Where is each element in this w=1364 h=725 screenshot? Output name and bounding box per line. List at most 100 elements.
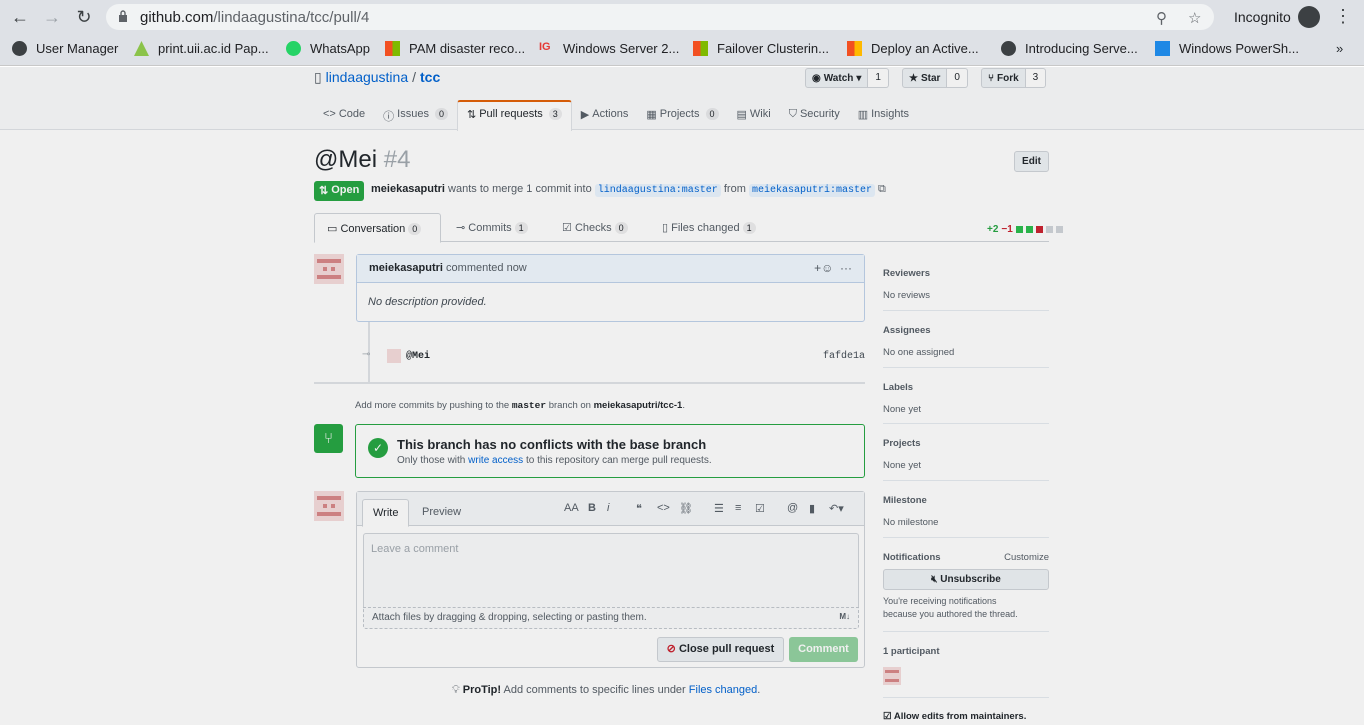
- bookmark-item[interactable]: WhatsApp: [286, 41, 370, 56]
- author-link[interactable]: meiekasaputri: [371, 183, 445, 195]
- more-bookmarks-button[interactable]: »: [1336, 41, 1343, 56]
- repo-owner-link[interactable]: lindaagustina: [326, 69, 409, 85]
- fork-button[interactable]: ⑂ Fork: [981, 68, 1026, 88]
- sidebar-labels[interactable]: Labels None yet: [883, 382, 1049, 415]
- tab-checks[interactable]: ☑ Checks 0: [562, 213, 628, 242]
- commit-icon: ⊸: [362, 349, 371, 360]
- itpro-icon: [1155, 41, 1170, 56]
- tab-security[interactable]: ⛉ Security: [780, 100, 849, 130]
- mention-icon[interactable]: @: [787, 502, 798, 514]
- watch-button[interactable]: ◉ Watch ▾: [805, 68, 869, 88]
- bookmark-item[interactable]: Windows PowerSh...: [1155, 41, 1299, 56]
- incognito-label: Incognito: [1234, 9, 1291, 25]
- notification-note: You're receiving notifications because yo…: [883, 596, 1018, 619]
- task-list-icon[interactable]: ☑: [755, 502, 765, 515]
- tab-write[interactable]: Write: [362, 499, 410, 527]
- eye-icon: ◉: [812, 72, 821, 84]
- avatar[interactable]: [387, 349, 401, 363]
- editor-toolbar: Write Preview AA B i ❝ <> ⛓ ☰ ≡ ☑ @ ▮ ↶▾: [357, 492, 864, 527]
- tab-files-changed[interactable]: ▯ Files changed 1: [662, 213, 756, 242]
- code-icon[interactable]: <>: [657, 502, 670, 514]
- star-bookmark-icon[interactable]: ☆: [1188, 9, 1201, 27]
- issue-icon: ⓘ: [383, 111, 395, 123]
- commit-sha[interactable]: fafde1a: [823, 351, 865, 362]
- repo-icon: ▯: [314, 69, 322, 85]
- watch-count[interactable]: 1: [868, 68, 889, 88]
- browser-menu-icon[interactable]: ⋮: [1334, 6, 1352, 27]
- merge-status-note: Only those with write access to this rep…: [397, 455, 712, 466]
- bookmark-item[interactable]: IG Windows Server 2...: [539, 41, 679, 56]
- sidebar-projects[interactable]: Projects None yet: [883, 438, 1049, 471]
- project-icon: ▦: [646, 109, 657, 121]
- incognito-icon[interactable]: [1298, 6, 1320, 28]
- sidebar-reviewers[interactable]: Reviewers No reviews: [883, 268, 1049, 301]
- link-icon[interactable]: ⛓: [679, 502, 693, 515]
- bold-icon[interactable]: B: [588, 502, 596, 514]
- zoom-icon[interactable]: ⚲: [1156, 9, 1167, 27]
- unsubscribe-button[interactable]: 🔇︎ Unsubscribe: [883, 569, 1049, 590]
- tab-actions[interactable]: ▶ Actions: [572, 100, 638, 130]
- numbered-list-icon[interactable]: ≡: [735, 502, 741, 514]
- sidebar-milestone[interactable]: Milestone No milestone: [883, 495, 1049, 528]
- italic-icon[interactable]: i: [607, 502, 609, 514]
- tab-commits[interactable]: ⊸ Commits 1: [456, 213, 528, 242]
- sidebar-assignees[interactable]: Assignees No one assigned: [883, 325, 1049, 358]
- tab-code[interactable]: <> Code: [314, 100, 374, 130]
- reload-icon[interactable]: ↻: [72, 5, 96, 29]
- code-icon: <>: [323, 108, 336, 120]
- head-ref[interactable]: meiekasaputri:master: [748, 184, 875, 197]
- avatar[interactable]: [314, 254, 344, 284]
- base-ref[interactable]: lindaagustina:master: [594, 184, 721, 197]
- close-pull-request-button[interactable]: ⊘ Close pull request: [657, 637, 784, 662]
- tab-wiki[interactable]: ▤ Wiki: [728, 100, 780, 130]
- tab-pull-requests[interactable]: ⇅ Pull requests 3: [456, 100, 572, 131]
- bookmark-item[interactable]: User Manager: [12, 41, 118, 56]
- comment-author[interactable]: meiekasaputri: [369, 262, 443, 274]
- bookmark-icon[interactable]: ▮: [809, 502, 815, 515]
- tab-issues[interactable]: ⓘ Issues 0: [374, 100, 457, 130]
- attach-files-area[interactable]: Attach files by dragging & dropping, sel…: [363, 607, 859, 629]
- comment-button[interactable]: Comment: [789, 637, 858, 662]
- bookmark-item[interactable]: Failover Clusterin...: [693, 41, 829, 56]
- tab-preview[interactable]: Preview: [412, 499, 471, 526]
- tab-insights[interactable]: ▥ Insights: [849, 100, 918, 130]
- protip: 💡︎ ProTip! Add comments to specific line…: [452, 684, 761, 696]
- bookmark-item[interactable]: PAM disaster reco...: [385, 41, 525, 56]
- participant-avatar[interactable]: [883, 667, 901, 685]
- clipboard-icon[interactable]: ⧉: [878, 183, 886, 195]
- heading-icon[interactable]: AA: [564, 502, 579, 514]
- tab-projects[interactable]: ▦ Projects 0: [637, 100, 727, 130]
- allow-edits-checkbox[interactable]: ☑ Allow edits from maintainers.: [883, 711, 1049, 722]
- repo-name-link[interactable]: tcc: [420, 69, 440, 85]
- watch-group: ◉ Watch ▾ 1: [805, 68, 889, 88]
- comment-textarea[interactable]: Leave a comment: [363, 533, 859, 607]
- bookmarks-bar: User Manager print.uii.ac.id Pap... What…: [0, 34, 1364, 66]
- edit-title-button[interactable]: Edit: [1014, 151, 1049, 172]
- reply-icon[interactable]: ↶▾: [829, 502, 844, 515]
- ig-icon: IG: [539, 41, 551, 53]
- diffstat[interactable]: +2 −1: [987, 224, 1063, 235]
- address-bar[interactable]: github.com/lindaagustina/tcc/pull/4 ⚲ ☆: [106, 4, 1214, 30]
- customize-link[interactable]: Customize: [1004, 552, 1049, 563]
- star-count[interactable]: 0: [947, 68, 968, 88]
- bulleted-list-icon[interactable]: ☰: [714, 502, 724, 515]
- pull-request-icon: ⇅: [319, 185, 329, 197]
- bookmark-item[interactable]: Deploy an Active...: [847, 41, 979, 56]
- pr-tabs: ▭ Conversation 0 ⊸ Commits 1 ☑ Checks 0 ▯ F…: [314, 213, 1049, 243]
- merge-status-title: This branch has no conflicts with the ba…: [397, 437, 707, 452]
- forward-arrow-icon[interactable]: →: [40, 5, 64, 29]
- back-arrow-icon[interactable]: ←: [8, 5, 32, 29]
- star-button[interactable]: ★ Star: [902, 68, 948, 88]
- quote-icon[interactable]: ❝: [636, 502, 642, 515]
- files-changed-link[interactable]: Files changed: [689, 684, 758, 696]
- comment-box: meiekasaputri commented now +☺ ··· No de…: [356, 254, 865, 322]
- add-reaction-icon[interactable]: +☺: [814, 261, 833, 275]
- bookmark-item[interactable]: Introducing Serve...: [1001, 41, 1138, 56]
- fork-count[interactable]: 3: [1025, 68, 1047, 88]
- write-access-link[interactable]: write access: [468, 455, 523, 466]
- bookmark-item[interactable]: print.uii.ac.id Pap...: [134, 41, 269, 56]
- more-options-icon[interactable]: ···: [840, 261, 852, 275]
- markdown-icon: M↓: [839, 612, 850, 621]
- tab-conversation[interactable]: ▭ Conversation 0: [314, 213, 441, 243]
- commit-message[interactable]: @Mei: [406, 351, 430, 362]
